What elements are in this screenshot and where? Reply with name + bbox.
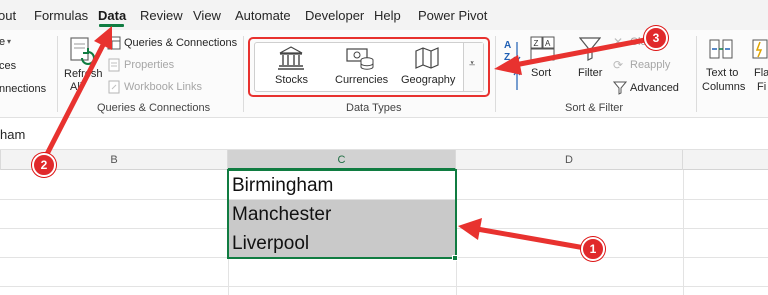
get-data-partial[interactable]: e [0, 36, 5, 48]
group-separator [696, 36, 697, 112]
tab-power-pivot[interactable]: Power Pivot [418, 8, 487, 23]
chevron-down-icon[interactable]: ▾ [7, 37, 11, 46]
chevron-down-icon[interactable]: ▾ [82, 80, 86, 89]
data-types-group-label: Data Types [346, 102, 402, 114]
text-to-columns-label[interactable]: Text to [706, 67, 738, 79]
properties-button[interactable]: Properties [124, 59, 174, 71]
svg-text:A: A [545, 39, 551, 48]
advanced-button[interactable]: Advanced [630, 82, 679, 94]
tab-data[interactable]: Data [98, 8, 126, 23]
reapply-icon[interactable]: ⟳ [613, 58, 623, 72]
existing-connections-partial[interactable]: nnections [0, 83, 46, 95]
group-separator [243, 36, 244, 112]
reapply-button[interactable]: Reapply [630, 59, 670, 71]
svg-text:Z: Z [534, 39, 539, 48]
flash-fill-icon[interactable] [752, 36, 768, 62]
queries-connections-icon[interactable] [107, 36, 121, 50]
column-header-c[interactable]: C [228, 150, 456, 170]
text-to-columns-label-2[interactable]: Columns [702, 81, 745, 93]
workbook-links-button[interactable]: Workbook Links [124, 81, 202, 93]
tab-review[interactable]: Review [140, 8, 183, 23]
group-separator [495, 36, 496, 112]
column-headers: B C D [0, 150, 768, 170]
advanced-filter-icon[interactable] [613, 81, 627, 95]
queries-connections-button[interactable]: Queries & Connections [124, 37, 237, 49]
callout-badge-3: 3 [644, 26, 668, 50]
formula-bar[interactable]: ham [0, 118, 768, 150]
workbook-links-icon[interactable] [107, 80, 121, 94]
refresh-all-label[interactable]: Refresh [64, 68, 103, 80]
text-to-columns-icon[interactable] [709, 36, 733, 62]
fill-handle[interactable] [452, 255, 458, 261]
clear-filter-icon[interactable]: ✕ [613, 35, 623, 49]
properties-icon[interactable] [107, 58, 121, 72]
sort-filter-group-label: Sort & Filter [565, 102, 624, 114]
active-tab-indicator [99, 24, 124, 27]
data-types-highlight-box [248, 37, 490, 97]
refresh-all-label-2[interactable]: All [70, 81, 82, 93]
flash-fill-label-2[interactable]: Fi [757, 81, 766, 93]
sort-button[interactable]: Sort [531, 67, 551, 79]
tab-formulas[interactable]: Formulas [34, 8, 88, 23]
callout-badge-2: 2 [32, 153, 56, 177]
flash-fill-label[interactable]: Fla [754, 67, 768, 79]
formula-bar-value[interactable]: ham [0, 127, 25, 142]
sort-dialog-icon[interactable]: Z A [530, 36, 556, 62]
selection-border [227, 169, 457, 259]
tab-automate[interactable]: Automate [235, 8, 291, 23]
callout-badge-1: 1 [581, 237, 605, 261]
tab-developer[interactable]: Developer [305, 8, 364, 23]
column-header-d[interactable]: D [456, 150, 683, 170]
from-sources-partial[interactable]: ces [0, 60, 16, 72]
group-separator [57, 36, 58, 112]
tab-help[interactable]: Help [374, 8, 401, 23]
refresh-all-icon[interactable] [68, 36, 96, 66]
tab-view[interactable]: View [193, 8, 221, 23]
filter-icon[interactable] [579, 36, 601, 62]
sort-ascending-icon[interactable] [503, 38, 521, 94]
filter-button[interactable]: Filter [578, 67, 602, 79]
tab-layout[interactable]: out [0, 8, 16, 23]
queries-connections-group-label: Queries & Connections [97, 102, 211, 114]
